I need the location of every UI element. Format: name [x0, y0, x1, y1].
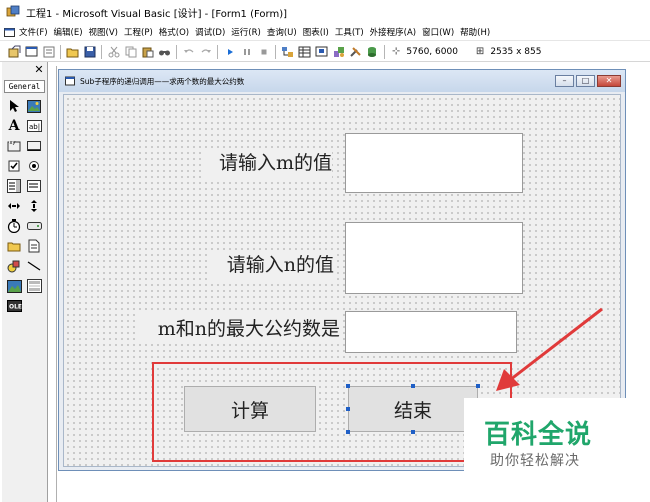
optionbutton-tool-icon[interactable] — [26, 158, 42, 174]
object-browser-icon[interactable] — [330, 44, 347, 60]
maximize-icon[interactable]: □ — [576, 75, 595, 87]
menu-tools[interactable]: 工具(T) — [335, 26, 364, 38]
add-form-icon[interactable] — [23, 44, 40, 60]
save-project-icon[interactable] — [81, 44, 98, 60]
toolbox-panel: ✕ General A ab| xy OLE — [2, 62, 48, 502]
svg-text:xy: xy — [10, 140, 16, 146]
menu-project[interactable]: 工程(P) — [124, 26, 153, 38]
annotation-arrow — [496, 307, 603, 391]
size-readout-value: 2535 x 855 — [490, 46, 542, 57]
toolbox-icon[interactable] — [347, 44, 364, 60]
menu-file[interactable]: 文件(F) — [19, 26, 48, 38]
menu-diagram[interactable]: 图表(I) — [303, 26, 329, 38]
toolbar-separator — [384, 44, 385, 59]
picturebox-tool-icon[interactable] — [26, 98, 42, 114]
ole-tool-icon[interactable]: OLE — [6, 298, 22, 314]
frame-tool-icon[interactable]: xy — [6, 138, 22, 154]
copy-icon[interactable] — [122, 44, 139, 60]
toolbar-separator — [101, 44, 102, 59]
menu-addins[interactable]: 外接程序(A) — [370, 26, 416, 38]
textbox-tool-icon[interactable]: ab| — [26, 118, 42, 134]
form-icon — [65, 76, 75, 86]
menu-help[interactable]: 帮助(H) — [460, 26, 490, 38]
project-explorer-icon[interactable] — [279, 44, 296, 60]
menu-format[interactable]: 格式(O) — [159, 26, 189, 38]
commandbutton-tool-icon[interactable] — [26, 138, 42, 154]
label-input-m: 请输入m的值 — [204, 148, 332, 178]
filelistbox-tool-icon[interactable] — [26, 238, 42, 254]
redo-icon[interactable] — [197, 44, 214, 60]
svg-text:ab|: ab| — [29, 123, 40, 131]
combobox-tool-icon[interactable] — [6, 178, 22, 194]
vscrollbar-tool-icon[interactable] — [26, 198, 42, 214]
standard-toolbar: ⊹ 5760, 6000 ⊞ 2535 x 855 — [0, 42, 650, 62]
toolbar-separator — [176, 44, 177, 59]
add-project-icon[interactable] — [6, 44, 23, 60]
toolbox-close-icon[interactable]: ✕ — [33, 64, 45, 76]
menu-edit[interactable]: 编辑(E) — [54, 26, 83, 38]
undo-icon[interactable] — [180, 44, 197, 60]
watermark-sub-text: 助你轻松解决 — [490, 453, 580, 469]
menu-run[interactable]: 运行(R) — [231, 26, 261, 38]
size-icon: ⊞ — [475, 46, 485, 57]
pointer-tool-icon[interactable] — [6, 98, 22, 114]
watermark-main-text: 百科全说 — [484, 420, 593, 450]
drivelistbox-tool-icon[interactable] — [26, 218, 42, 234]
line-tool-icon[interactable] — [26, 258, 42, 274]
checkbox-tool-icon[interactable] — [6, 158, 22, 174]
label-tool-icon[interactable]: A — [6, 118, 22, 134]
textbox-n[interactable] — [345, 222, 523, 294]
data-tool-icon[interactable] — [26, 278, 42, 294]
toolbar-separator — [275, 44, 276, 59]
find-icon[interactable] — [156, 44, 173, 60]
menu-window[interactable]: 窗口(W) — [422, 26, 454, 38]
menu-editor-icon[interactable] — [40, 44, 57, 60]
paste-icon[interactable] — [139, 44, 156, 60]
size-readout: ⊞ 2535 x 855 — [476, 46, 542, 57]
break-icon[interactable] — [238, 44, 255, 60]
label-gcd-result: m和n的最大公约数是 — [138, 314, 340, 344]
menu-query[interactable]: 查询(U) — [267, 26, 297, 38]
annotation-highlight-box — [152, 362, 512, 462]
properties-window-icon[interactable] — [296, 44, 313, 60]
position-readout-value: 5760, 6000 — [406, 46, 458, 57]
window-title: 工程1 - Microsoft Visual Basic [设计] - [For… — [26, 8, 287, 20]
menu-debug[interactable]: 调试(D) — [195, 26, 225, 38]
open-project-icon[interactable] — [64, 44, 81, 60]
form-doc-icon[interactable] — [4, 27, 15, 38]
hscrollbar-tool-icon[interactable] — [6, 198, 22, 214]
svg-text:OLE: OLE — [9, 304, 22, 311]
position-icon: ⊹ — [392, 46, 401, 57]
minimize-icon[interactable]: – — [555, 75, 574, 87]
shape-tool-icon[interactable] — [6, 258, 22, 274]
dirlistbox-tool-icon[interactable] — [6, 238, 22, 254]
textbox-m[interactable] — [345, 133, 523, 193]
menu-bar: 文件(F) 编辑(E) 视图(V) 工程(P) 格式(O) 调试(D) 运行(R… — [0, 24, 650, 41]
timer-tool-icon[interactable] — [6, 218, 22, 234]
cut-icon[interactable] — [105, 44, 122, 60]
position-readout: ⊹ 5760, 6000 — [392, 46, 458, 57]
data-view-icon[interactable] — [364, 44, 381, 60]
form-caption-buttons: – □ ✕ — [553, 75, 621, 87]
menu-view[interactable]: 视图(V) — [89, 26, 118, 38]
form-caption-bar[interactable]: Sub子程序的递归调用——求两个数的最大公约数 – □ ✕ — [59, 70, 625, 92]
image-tool-icon[interactable] — [6, 278, 22, 294]
close-icon[interactable]: ✕ — [597, 75, 621, 87]
vb-app-icon — [6, 5, 20, 17]
label-input-n: 请输入n的值 — [210, 250, 334, 280]
title-bar: 工程1 - Microsoft Visual Basic [设计] - [For… — [0, 0, 650, 24]
watermark-badge: 百科全说 助你轻松解决 — [464, 398, 628, 502]
start-icon[interactable] — [221, 44, 238, 60]
toolbox-general-tab[interactable]: General — [4, 80, 45, 93]
toolbar-separator — [217, 44, 218, 59]
toolbar-separator — [60, 44, 61, 59]
end-icon[interactable] — [255, 44, 272, 60]
form-caption-text: Sub子程序的递归调用——求两个数的最大公约数 — [80, 76, 245, 86]
form-layout-icon[interactable] — [313, 44, 330, 60]
listbox-tool-icon[interactable] — [26, 178, 42, 194]
